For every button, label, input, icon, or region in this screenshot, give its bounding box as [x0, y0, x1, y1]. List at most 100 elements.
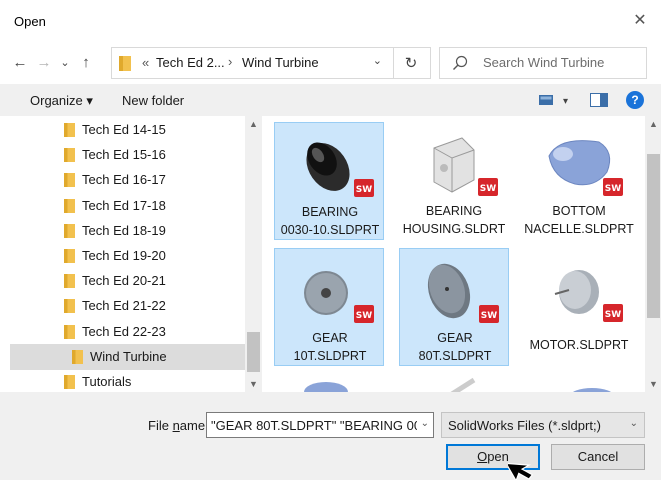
file-item[interactable]: SW BEARING HOUSING.SLDRT — [399, 122, 509, 240]
scroll-up-icon[interactable]: ▲ — [645, 116, 661, 132]
sidebar-item[interactable]: Tech Ed 19-20 — [10, 243, 245, 269]
new-folder-button[interactable]: New folder — [122, 93, 184, 108]
solidworks-badge-icon: SW — [354, 179, 374, 197]
refresh-icon[interactable]: ↻ — [400, 53, 422, 75]
file-name-line: HOUSING.SLDRT — [402, 222, 506, 236]
svg-text:SW: SW — [356, 311, 372, 321]
file-name-label: GEAR 80T.SLDPRT — [400, 329, 510, 365]
file-list-scrollbar[interactable]: ▲ ▼ — [645, 116, 661, 392]
part-thumbnail-icon: SW — [433, 137, 498, 196]
search-icon — [453, 55, 468, 70]
svg-text:SW: SW — [356, 185, 372, 195]
file-type-value: SolidWorks Files (*.sldprt;) — [448, 418, 601, 433]
address-bar[interactable]: « Tech Ed 2... › Wind Turbine ⌄ ↻ — [111, 47, 431, 79]
svg-text:SW: SW — [481, 311, 497, 321]
folder-icon — [64, 274, 75, 289]
file-name-line: BEARING — [301, 205, 359, 219]
file-name-combobox[interactable]: "GEAR 80T.SLDPRT" "BEARING 0030-10.SLDPR… — [206, 412, 434, 438]
scrollbar-thumb[interactable] — [247, 332, 260, 372]
file-item[interactable]: SW BOTTOM NACELLE.SLDPRT — [524, 122, 634, 240]
back-arrow-icon[interactable]: ← — [10, 53, 30, 73]
sidebar-item-label: Tech Ed 21-22 — [82, 298, 166, 314]
dialog-footer: File name: "GEAR 80T.SLDPRT" "BEARING 00… — [0, 392, 661, 480]
svg-text:SW: SW — [605, 184, 621, 194]
file-name-dropdown-icon[interactable]: ⌄ — [421, 418, 429, 429]
folder-icon — [64, 299, 75, 314]
address-dropdown-icon[interactable]: ⌄ — [373, 54, 382, 67]
sidebar-item-label: Tech Ed 14-15 — [82, 122, 166, 137]
folder-icon — [72, 349, 83, 364]
navigation-pane-scrollbar[interactable]: ▲ ▼ — [245, 116, 262, 392]
up-arrow-icon[interactable]: ↑ — [76, 53, 96, 73]
preview-pane-icon[interactable] — [590, 93, 608, 107]
part-thumbnail-icon — [304, 382, 348, 392]
solidworks-badge-icon: SW — [603, 304, 623, 322]
file-name-input[interactable]: "GEAR 80T.SLDPRT" "BEARING 0030-10.SLDPR… — [211, 418, 417, 433]
breadcrumb-item-tech-ed[interactable]: Tech Ed 2... — [156, 55, 225, 70]
scroll-down-icon[interactable]: ▼ — [645, 376, 661, 392]
scroll-up-icon[interactable]: ▲ — [245, 116, 262, 132]
forward-arrow-icon[interactable]: → — [34, 53, 54, 73]
cancel-button[interactable]: Cancel — [551, 444, 645, 470]
file-type-dropdown-icon[interactable]: ⌄ — [630, 418, 638, 429]
sidebar-item[interactable]: Tech Ed 14-15 — [10, 117, 245, 143]
folder-icon — [64, 249, 75, 263]
folder-icon — [64, 148, 75, 163]
recent-locations-chevron-icon[interactable]: ⌄ — [55, 53, 75, 73]
breadcrumb-item-wind-turbine[interactable]: Wind Turbine — [242, 55, 319, 70]
sidebar-item-label: Tech Ed 15-16 — [82, 147, 166, 163]
title-bar: Open ✕ — [0, 0, 661, 44]
close-icon[interactable]: ✕ — [629, 10, 651, 32]
scrollbar-thumb[interactable] — [647, 154, 660, 318]
file-name-label: File name: — [148, 418, 209, 433]
search-box[interactable]: Search Wind Turbine — [439, 47, 647, 79]
help-icon[interactable]: ? — [626, 91, 644, 109]
file-name-line: NACELLE.SLDPRT — [524, 222, 634, 236]
breadcrumb-overflow-icon[interactable]: « — [142, 55, 149, 70]
file-name-label: MOTOR.SLDPRT — [524, 336, 634, 354]
file-name-line: 10T.SLDPRT — [293, 349, 367, 363]
file-name-line: 80T.SLDPRT — [418, 349, 492, 363]
sidebar-item[interactable]: Tech Ed 16-17 — [10, 167, 245, 193]
mouse-pointer-icon — [508, 462, 534, 480]
part-thumbnail-icon: SW — [306, 142, 374, 197]
sidebar-item[interactable]: Wind Turbine — [10, 343, 245, 370]
file-item[interactable]: SW GEAR 80T.SLDPRT — [399, 248, 509, 366]
command-bar: Organize ▾ New folder ▾ ? — [0, 84, 661, 116]
solidworks-badge-icon: SW — [603, 178, 623, 196]
file-name-label: BEARING HOUSING.SLDRT — [399, 202, 509, 238]
organize-menu-button[interactable]: Organize ▾ — [30, 93, 93, 109]
sidebar-item[interactable]: Tech Ed 21-22 — [10, 293, 245, 319]
breadcrumb-separator-icon[interactable]: › — [228, 54, 232, 69]
sidebar-item[interactable]: Tech Ed 15-16 — [10, 142, 245, 168]
svg-text:SW: SW — [480, 184, 496, 194]
navigation-bar: ← → ⌄ ↑ « Tech Ed 2... › Wind Turbine ⌄ … — [0, 44, 661, 84]
svg-text:▾: ▾ — [563, 96, 568, 107]
file-name-line: MOTOR.SLDPRT — [529, 338, 629, 352]
sidebar-item-label: Wind Turbine — [90, 348, 167, 364]
file-name-line: BEARING — [425, 204, 483, 218]
file-name-label: BEARING 0030-10.SLDPRT — [275, 203, 385, 239]
file-name-line: GEAR — [312, 331, 348, 345]
file-name-line: BOTTOM — [552, 204, 606, 218]
file-name-line: 0030-10.SLDPRT — [280, 223, 380, 237]
file-item[interactable]: SW GEAR 10T.SLDPRT — [274, 248, 384, 366]
navigation-pane[interactable]: Tech Ed 14-15 Tech Ed 15-16 Tech Ed 16-17 T… — [0, 116, 262, 392]
file-item[interactable]: SW BEARING 0030-10.SLDPRT — [274, 122, 384, 240]
file-list[interactable]: SW BEARING 0030-10.SLDPRT SW BEARING HOUSING.… — [262, 116, 645, 392]
sidebar-item[interactable]: Tech Ed 22-23 — [10, 319, 245, 345]
change-view-icon[interactable]: ▾ — [539, 93, 571, 107]
scroll-down-icon[interactable]: ▼ — [245, 376, 262, 392]
sidebar-item-label: Tech Ed 20-21 — [82, 273, 166, 289]
part-thumbnail-icon: SW — [548, 140, 623, 196]
sidebar-item[interactable]: Tech Ed 17-18 — [10, 193, 245, 219]
part-thumbnail-icon: SW — [554, 270, 623, 322]
sidebar-item[interactable]: Tech Ed 20-21 — [10, 268, 245, 294]
file-item[interactable]: SW MOTOR.SLDPRT — [524, 248, 634, 366]
sidebar-item[interactable]: Tech Ed 18-19 — [10, 218, 245, 244]
svg-text:SW: SW — [605, 310, 621, 320]
search-placeholder: Search Wind Turbine — [483, 55, 605, 70]
sidebar-item-label: Tech Ed 18-19 — [82, 222, 166, 238]
sidebar-item[interactable]: Tutorials — [10, 369, 245, 392]
file-type-select[interactable]: SolidWorks Files (*.sldprt;) ⌄ — [441, 412, 645, 438]
